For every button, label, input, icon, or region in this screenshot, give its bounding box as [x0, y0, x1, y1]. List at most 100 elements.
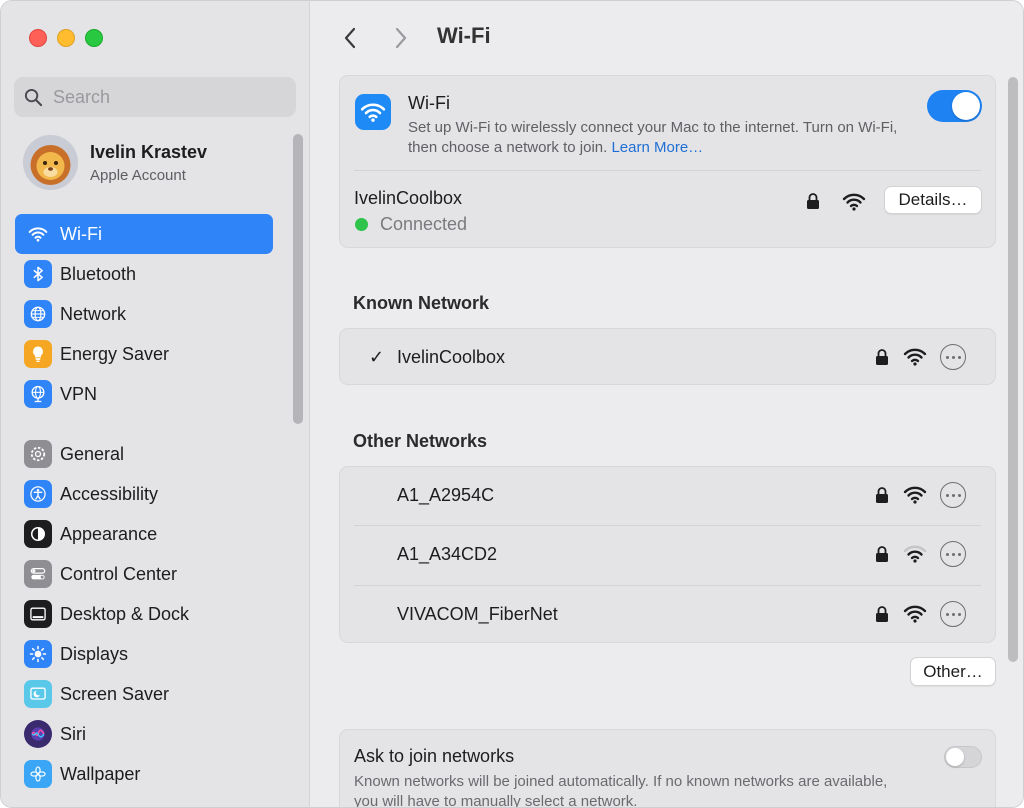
- more-options-button[interactable]: [940, 344, 966, 370]
- sidebar-item-label: Energy Saver: [60, 343, 170, 364]
- sidebar-group-network: Wi-Fi Bluetooth Network Energy Saver VPN: [15, 214, 273, 414]
- network-name: A1_A2954C: [397, 485, 495, 505]
- known-network-heading: Known Network: [353, 293, 490, 313]
- sidebar-item-energy-saver[interactable]: Energy Saver: [15, 334, 273, 374]
- wifi-signal-icon: [903, 486, 927, 504]
- connection-status: Connected: [355, 214, 467, 235]
- lock-icon: [876, 349, 888, 365]
- sidebar-item-screen-saver[interactable]: Screen Saver: [15, 674, 273, 714]
- main-scrollbar[interactable]: [1008, 77, 1018, 662]
- chevron-left-icon: [344, 27, 356, 49]
- more-options-button[interactable]: [940, 482, 966, 508]
- sidebar-item-control-center[interactable]: Control Center: [15, 554, 273, 594]
- wifi-toggle[interactable]: [927, 90, 982, 122]
- divider: [354, 170, 981, 171]
- sidebar-item-general[interactable]: General: [15, 434, 273, 474]
- list-item[interactable]: ✓ IvelinCoolbox: [340, 329, 997, 386]
- ask-to-join-card: Ask to join networks Known networks will…: [339, 729, 996, 807]
- sidebar-item-desktop-dock[interactable]: Desktop & Dock: [15, 594, 273, 634]
- zoom-window-button[interactable]: [85, 29, 103, 47]
- wifi-description: Set up Wi-Fi to wirelessly connect your …: [408, 118, 908, 158]
- known-network-card: ✓ IvelinCoolbox: [339, 328, 996, 385]
- accessibility-icon: [24, 480, 52, 508]
- sidebar-item-label: Desktop & Dock: [60, 603, 190, 624]
- search-placeholder: Search: [53, 86, 111, 107]
- lock-icon: [876, 487, 888, 503]
- sidebar-item-bluetooth[interactable]: Bluetooth: [15, 254, 273, 294]
- wifi-icon: [355, 94, 391, 130]
- bluetooth-icon: [24, 260, 52, 288]
- sidebar-item-network[interactable]: Network: [15, 294, 273, 334]
- account-name: Ivelin Krastev: [90, 141, 208, 162]
- toolbar: Wi-Fi: [311, 1, 1023, 73]
- sun-icon: [24, 640, 52, 668]
- lightbulb-icon: [24, 340, 52, 368]
- search-icon: [24, 88, 43, 106]
- close-window-button[interactable]: [29, 29, 47, 47]
- window-controls: [29, 29, 103, 47]
- page-title: Wi-Fi: [437, 23, 491, 48]
- chevron-right-icon: [395, 27, 407, 49]
- account-row[interactable]: Ivelin Krastev Apple Account: [23, 135, 207, 190]
- sidebar-item-displays[interactable]: Displays: [15, 634, 273, 674]
- forward-button[interactable]: [389, 25, 413, 51]
- sidebar-item-label: Wi-Fi: [60, 223, 102, 244]
- network-name: IvelinCoolbox: [397, 347, 506, 367]
- sidebar-item-label: Control Center: [60, 563, 178, 584]
- sidebar-item-label: Network: [60, 303, 127, 324]
- sidebar-item-vpn[interactable]: VPN: [15, 374, 273, 414]
- sidebar-item-label: Bluetooth: [60, 263, 137, 284]
- list-item[interactable]: A1_A34CD2: [340, 526, 997, 584]
- wifi-signal-weak-icon: [903, 545, 927, 563]
- sidebar-item-label: Appearance: [60, 523, 158, 544]
- wifi-icon: [24, 220, 52, 248]
- globe-icon: [24, 300, 52, 328]
- sidebar-item-label: Displays: [60, 643, 129, 664]
- learn-more-link[interactable]: Learn More…: [611, 139, 703, 156]
- lock-icon: [876, 606, 888, 622]
- sidebar-item-appearance[interactable]: Appearance: [15, 514, 273, 554]
- control-center-icon: [24, 560, 52, 588]
- sidebar-item-label: Wallpaper: [60, 763, 141, 784]
- avatar: [23, 135, 78, 190]
- search-input[interactable]: Search: [14, 77, 296, 117]
- back-button[interactable]: [338, 25, 362, 51]
- connection-status-label: Connected: [380, 214, 468, 234]
- sidebar-item-wifi[interactable]: Wi-Fi: [15, 214, 273, 254]
- wifi-card: Wi-Fi Set up Wi-Fi to wirelessly connect…: [339, 75, 996, 248]
- wifi-title: Wi-Fi: [408, 93, 450, 113]
- sidebar-item-label: Siri: [60, 723, 86, 744]
- account-subtitle: Apple Account: [90, 166, 186, 184]
- sidebar: Search Ivelin Krastev Apple Account Wi-F…: [1, 1, 310, 807]
- sidebar-item-wallpaper[interactable]: Wallpaper: [15, 754, 273, 794]
- ask-to-join-toggle[interactable]: [944, 746, 982, 768]
- network-name: A1_A34CD2: [397, 544, 498, 564]
- other-network-button[interactable]: Other…: [910, 657, 996, 686]
- sidebar-item-label: General: [60, 443, 125, 464]
- wifi-signal-icon: [903, 348, 927, 366]
- sidebar-item-siri[interactable]: Siri: [15, 714, 273, 754]
- more-options-button[interactable]: [940, 601, 966, 627]
- lock-icon: [876, 546, 888, 562]
- other-networks-heading: Other Networks: [353, 431, 488, 451]
- vpn-globe-icon: [24, 380, 52, 408]
- ask-to-join-title: Ask to join networks: [354, 746, 515, 766]
- minimize-window-button[interactable]: [57, 29, 75, 47]
- current-network-name: IvelinCoolbox: [354, 188, 463, 208]
- gear-icon: [24, 440, 52, 468]
- sidebar-item-accessibility[interactable]: Accessibility: [15, 474, 273, 514]
- details-button[interactable]: Details…: [884, 186, 982, 214]
- list-item[interactable]: VIVACOM_FiberNet: [340, 586, 997, 644]
- more-options-button[interactable]: [940, 541, 966, 567]
- other-networks-card: A1_A2954C A1_A34CD2 VIVACOM_FiberNet: [339, 466, 996, 643]
- list-item[interactable]: A1_A2954C: [340, 467, 997, 525]
- siri-icon: [24, 720, 52, 748]
- sidebar-group-system: General Accessibility Appearance Control…: [15, 434, 273, 794]
- settings-window: Search Ivelin Krastev Apple Account Wi-F…: [0, 0, 1024, 808]
- wifi-signal-icon: [903, 605, 927, 623]
- sidebar-scrollbar[interactable]: [293, 134, 303, 424]
- flower-icon: [24, 760, 52, 788]
- screen-saver-icon: [24, 680, 52, 708]
- lock-icon: [807, 193, 819, 209]
- sidebar-item-label: Screen Saver: [60, 683, 170, 704]
